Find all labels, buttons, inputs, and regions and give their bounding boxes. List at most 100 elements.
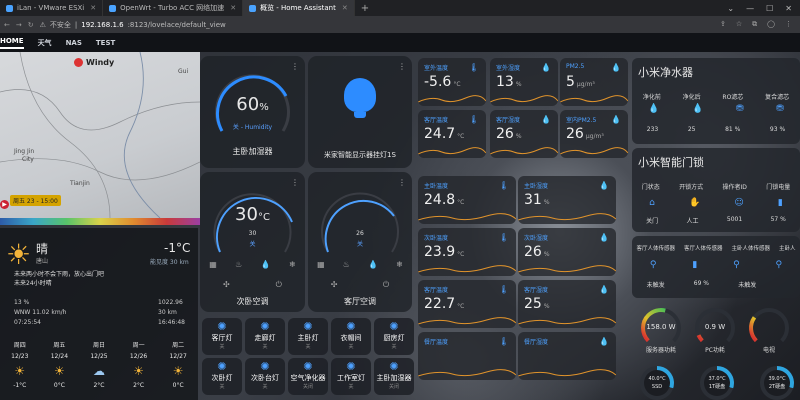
tab-search-icon[interactable]: ⌄	[727, 4, 734, 13]
lamp-card[interactable]: ⋮ 米家智能显示器挂灯1S	[308, 56, 412, 168]
browser-tab-esxi[interactable]: iLan - VMware ESXi ✕	[0, 0, 104, 16]
sensor-card[interactable]: 室外湿度 💧 13%	[490, 58, 558, 106]
water-purifier-card[interactable]: 小米净水器 净化前 净化后 RO滤芯 复合滤芯 💧 💧 ⛃ ⛃ 233 25 81 % 93 %	[632, 58, 800, 144]
power-icon[interactable]: ⏻	[383, 280, 389, 290]
switch-button[interactable]: ✺ 走廊灯关	[245, 318, 285, 355]
fan-icon[interactable]: ✣	[223, 280, 230, 290]
pressure-value: 1022.96	[158, 299, 183, 306]
drop-icon[interactable]: 💧	[368, 260, 378, 269]
reload-icon[interactable]: ↻	[28, 21, 34, 29]
switch-name: 主卧灯	[297, 334, 319, 342]
switch-button[interactable]: ✺ 厨房灯关	[374, 318, 414, 355]
flame-icon[interactable]: ♨	[235, 260, 242, 269]
switch-button[interactable]: ✺ 次卧灯关	[202, 358, 242, 395]
share-icon[interactable]: ⇪	[720, 20, 726, 29]
motion-sensors-card[interactable]: 客厅人体传感器 客厅人体传感器 主卧人体传感器 主卧人 ⚲ ▮ ⚲ ⚲ 未触发 69 % 未触发	[632, 236, 800, 298]
sensor-card[interactable]: 客厅湿度 💧 26%	[490, 110, 558, 158]
switch-button[interactable]: ✺ 次卧台灯关	[245, 358, 285, 395]
sensor-card[interactable]: 客厅湿度 💧 25%	[518, 280, 616, 328]
sensor-card[interactable]: 次卧温度 🌡 23.9 °C	[418, 228, 516, 276]
power-gauge[interactable]: 158.0 W 服务器功耗	[636, 304, 686, 354]
star-icon[interactable]: ☆	[736, 20, 742, 29]
power-gauge[interactable]: 0.9 W PC功耗	[690, 304, 740, 354]
close-tab-icon[interactable]: ✕	[230, 4, 236, 12]
power-icon[interactable]: ⏻	[276, 280, 282, 290]
browser-tab-openwrt[interactable]: OpenWrt - Turbo ACC 网络加速 ✕	[103, 0, 244, 16]
switch-button[interactable]: ✺ 客厅灯关	[202, 318, 242, 355]
sensor-card[interactable]: 次卧湿度 💧 26%	[518, 228, 616, 276]
weather-visibility-note: 能见度 30 km	[150, 259, 189, 266]
disk-temp-gauge[interactable]: 37.0°C 1T硬盘	[700, 366, 734, 400]
sensor-title: 餐厅湿度	[524, 339, 549, 346]
weather-card[interactable]: ☀ 晴 唐山 -1°C 能见度 30 km 未来两小时不会下雨，放心出门吧 未来…	[0, 228, 198, 400]
profile-icon[interactable]: ◯	[767, 20, 775, 29]
sensor-card[interactable]: 客厅温度 🌡 24.7 °C	[418, 110, 486, 158]
sensor-value: 26 µg/m³	[566, 126, 604, 142]
windy-map[interactable]: Windy Jing Jin City Gui Tianjin 周五 23 - …	[0, 52, 200, 218]
switch-name: 空气净化器	[290, 374, 326, 382]
smart-lock-card[interactable]: 小米智能门锁 门状态 开锁方式 操作者ID 门锁电量 ⌂ ✋ ☺ ▮ 关门 人工 5001 57 …	[632, 148, 800, 232]
drop-icon[interactable]: 💧	[261, 260, 271, 269]
switch-button[interactable]: ✺ 主卧灯关	[288, 318, 328, 355]
close-tab-icon[interactable]: ✕	[90, 4, 96, 12]
ac-bedroom-card[interactable]: ⋮ 30°C 30 关 ▦ ♨ 💧 ❄ ✣ ⏻ 次卧空调	[200, 172, 305, 312]
switch-button[interactable]: ✺ 主卧加湿器 关闭	[374, 358, 414, 395]
url-field[interactable]: ⚠ 不安全 | 192.168.1.6:8123/lovelace/defaul…	[40, 20, 226, 30]
sensor-card[interactable]: 主卧湿度 💧 31%	[518, 176, 616, 224]
switch-state: 关闭	[302, 384, 313, 390]
play-icon[interactable]: ▶	[0, 200, 9, 209]
more-options-icon[interactable]: ⋮	[291, 62, 299, 71]
motion-labels: 客厅人体传感器 客厅人体传感器 主卧人体传感器 主卧人	[636, 246, 796, 252]
ac-living-card[interactable]: ⋮ 26 关 ▦ ♨ 💧 ❄ ✣ ⏻ 客厅空调	[308, 172, 412, 312]
switch-button[interactable]: ✺ 工作室灯关	[331, 358, 371, 395]
humidifier-card[interactable]: ⋮ 60% 关 - Humidity 主卧加湿器	[200, 56, 305, 168]
calendar-icon[interactable]: ▦	[317, 260, 325, 269]
power-gauge[interactable]: 电视	[744, 304, 794, 354]
sensor-card[interactable]: 室内PM2.5 💧 26 µg/m³	[560, 110, 628, 158]
tab-nas[interactable]: NAS	[66, 39, 82, 47]
switch-button[interactable]: ✺ 衣帽间关	[331, 318, 371, 355]
weather-condition: 晴	[36, 242, 49, 256]
sensor-card[interactable]: 主卧温度 🌡 24.8 °C	[418, 176, 516, 224]
lock-values: 关门 人工 5001 57 %	[646, 216, 786, 225]
tab-weather[interactable]: 天气	[38, 38, 52, 48]
extensions-icon[interactable]: ⧉	[752, 20, 757, 29]
browser-tab-home-assistant[interactable]: 概览 - Home Assistant ✕	[243, 0, 355, 16]
ac-bedroom-setpoint: 30	[248, 230, 257, 237]
more-options-icon[interactable]: ⋮	[398, 178, 406, 187]
more-options-icon[interactable]: ⋮	[398, 62, 406, 71]
calendar-icon[interactable]: ▦	[209, 260, 217, 269]
minimize-icon[interactable]: —	[746, 4, 754, 13]
snowflake-icon[interactable]: ❄	[289, 260, 296, 269]
url-host: 192.168.1.6	[81, 20, 124, 29]
divider: |	[74, 20, 78, 29]
sensor-sparkline	[490, 95, 558, 103]
motion-values: 未触发 69 % 未触发	[646, 280, 757, 289]
tab-test[interactable]: TEST	[96, 39, 115, 47]
sensor-card[interactable]: PM2.5 💧 5 µg/m³	[560, 58, 628, 106]
maximize-icon[interactable]: ☐	[766, 4, 773, 13]
more-options-icon[interactable]: ⋮	[291, 178, 299, 187]
sensor-card[interactable]: 室外温度 🌡 -5.6 °C	[418, 58, 486, 106]
tab-home[interactable]: HOME	[0, 37, 24, 49]
disk-temp-gauge[interactable]: 39.0°C 2T硬盘	[760, 366, 794, 400]
switch-button[interactable]: ✺ 空气净化器 关闭	[288, 358, 328, 395]
menu-icon[interactable]: ⋮	[785, 20, 792, 29]
flame-icon[interactable]: ♨	[343, 260, 350, 269]
fan-icon[interactable]: ✣	[331, 280, 338, 290]
sensor-card[interactable]: 客厅温度 🌡 22.7 °C	[418, 280, 516, 328]
snowflake-icon[interactable]: ❄	[396, 260, 403, 269]
new-tab-button[interactable]: +	[355, 3, 375, 14]
sensor-card[interactable]: 餐厅湿度 💧	[518, 332, 616, 380]
disk-temp-gauge[interactable]: 40.0°C SSD	[640, 366, 674, 400]
switch-state: 关	[219, 344, 225, 350]
forward-icon[interactable]: →	[16, 21, 22, 29]
ac-bedroom-name: 次卧空调	[236, 297, 269, 306]
battery-icon: ▮	[692, 260, 698, 270]
back-icon[interactable]: ←	[4, 21, 10, 29]
sensor-card[interactable]: 餐厅温度 🌡	[418, 332, 516, 380]
close-window-icon[interactable]: ✕	[785, 4, 792, 13]
forecast-day: 周一 12/26 ☀ 2°C	[129, 342, 148, 389]
close-tab-icon[interactable]: ✕	[342, 4, 348, 12]
switch-state: 关	[262, 384, 268, 390]
